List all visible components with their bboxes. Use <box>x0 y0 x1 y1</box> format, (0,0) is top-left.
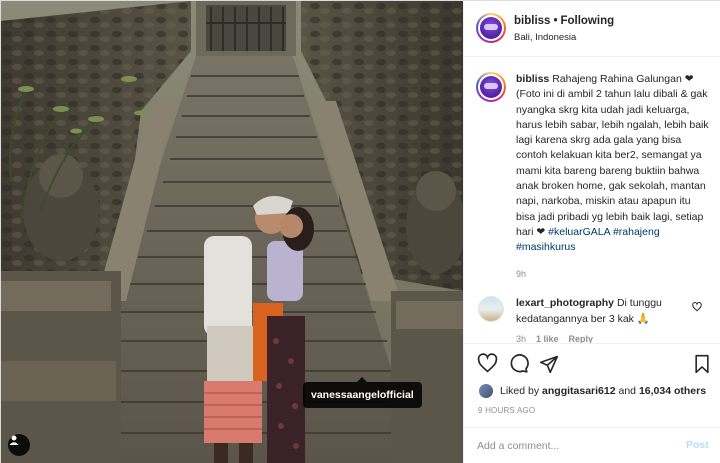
likes-count[interactable]: 16,034 others <box>639 385 706 397</box>
comment-avatar[interactable] <box>478 296 504 322</box>
comments-area[interactable]: bibliss Rahajeng Rahina Galungan ❤ (Foto… <box>464 58 720 343</box>
post-timestamp[interactable]: 9 HOURS AGO <box>478 406 535 415</box>
comment-meta: 3h 1 like Reply <box>516 334 603 343</box>
author-username[interactable]: bibliss <box>514 15 550 27</box>
author-line: bibliss • Following <box>514 15 614 27</box>
author-avatar[interactable] <box>476 13 506 43</box>
heart-icon <box>477 353 498 377</box>
caption-text: bibliss Rahajeng Rahina Galungan ❤ (Foto… <box>516 72 712 256</box>
comment-button[interactable] <box>507 354 529 376</box>
user-tags-button[interactable] <box>8 434 30 456</box>
post-comment-button[interactable]: Post <box>686 439 709 451</box>
likes-summary: Liked by anggitasari612 and 16,034 other… <box>478 382 706 400</box>
liker-avatar[interactable] <box>478 383 494 399</box>
likes-prefix: Liked by <box>500 385 540 397</box>
post-photo[interactable]: vanessaangelofficial <box>1 1 463 463</box>
photo-user-tag[interactable]: vanessaangelofficial <box>303 377 422 408</box>
save-button[interactable] <box>691 354 713 376</box>
caption-body: Rahajeng Rahina Galungan ❤ (Foto ini di … <box>516 73 709 238</box>
hashtag-link[interactable]: #keluarGALA <box>548 226 610 238</box>
post-location[interactable]: Bali, Indonesia <box>514 32 576 43</box>
caption-avatar[interactable] <box>476 72 506 102</box>
follow-separator: • <box>553 15 558 27</box>
comment-username[interactable]: lexart_photography <box>516 297 614 309</box>
comment-time: 3h <box>516 334 527 343</box>
share-button[interactable] <box>538 354 560 376</box>
caption-username[interactable]: bibliss <box>516 73 549 85</box>
comment-input[interactable] <box>477 436 667 456</box>
post-header: bibliss • Following Bali, Indonesia <box>464 1 720 57</box>
hashtag-link[interactable]: #rahajeng <box>613 226 660 238</box>
like-button[interactable] <box>476 353 498 377</box>
post-sidebar: bibliss • Following Bali, Indonesia biblis… <box>463 1 720 463</box>
caption-timestamp: 9h <box>516 269 527 279</box>
like-comment-icon[interactable] <box>692 302 702 312</box>
bookmark-icon <box>693 354 711 377</box>
comment-reply-button[interactable]: Reply <box>569 334 594 343</box>
post-dialog: vanessaangelofficial bibliss • Following B… <box>0 0 720 463</box>
share-icon <box>539 354 559 377</box>
comment-icon <box>508 353 529 377</box>
liker-username[interactable]: anggitasari612 <box>542 385 616 397</box>
comment-likes[interactable]: 1 like <box>536 334 559 343</box>
hashtag-link[interactable]: #masihkurus <box>516 241 576 253</box>
following-button[interactable]: Following <box>560 15 614 27</box>
comment-item: lexart_photography Di tunggu kedatangann… <box>516 296 688 327</box>
post-actions: Liked by anggitasari612 and 16,034 other… <box>464 343 720 421</box>
likes-joiner: and <box>618 385 637 397</box>
add-comment-bar: Post <box>464 427 720 463</box>
photo-user-tag-label: vanessaangelofficial <box>311 389 414 401</box>
